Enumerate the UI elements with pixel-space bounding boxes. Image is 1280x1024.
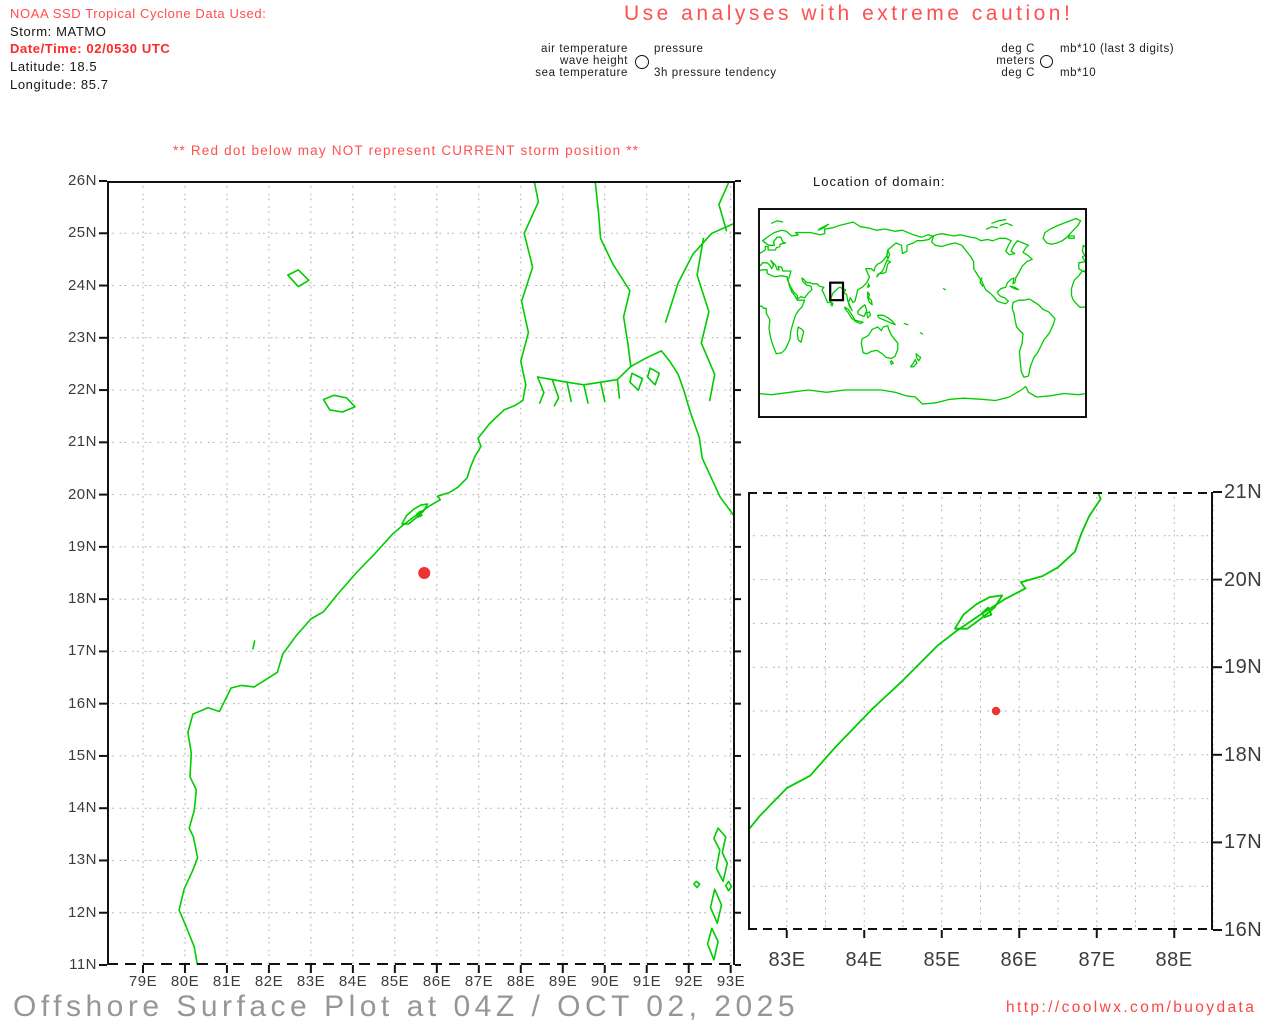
main-lat-label: 21N bbox=[67, 433, 97, 450]
main-lat-label: 22N bbox=[67, 381, 97, 398]
main-lon-label: 87E bbox=[464, 973, 494, 990]
zoom-lat-label: 19N bbox=[1224, 656, 1263, 678]
main-lon-label: 86E bbox=[422, 973, 452, 990]
main-lon-label: 91E bbox=[632, 973, 662, 990]
station-circle-icon bbox=[635, 55, 649, 69]
main-lon-label: 89E bbox=[548, 973, 578, 990]
main-lat-label: 11N bbox=[69, 956, 97, 973]
plot-title: Offshore Surface Plot at 04Z / OCT 02, 2… bbox=[13, 990, 800, 1023]
main-lon-label: 79E bbox=[128, 973, 158, 990]
main-lon-label: 92E bbox=[674, 973, 704, 990]
zoom-lat-label: 16N bbox=[1224, 919, 1263, 941]
legend-pressure: pressure bbox=[654, 43, 704, 55]
inset-map-title: Location of domain: bbox=[813, 174, 946, 189]
buoy-plot-page: NOAA SSD Tropical Cyclone Data Used: Sto… bbox=[0, 0, 1280, 1024]
units-deg-c-top: deg C bbox=[1001, 43, 1035, 55]
main-lat-label: 15N bbox=[67, 747, 97, 764]
zoom-lon-label: 86E bbox=[1000, 949, 1038, 971]
zoom-lat-label: 20N bbox=[1224, 569, 1263, 591]
zoom-map bbox=[748, 491, 1222, 938]
source-url-link[interactable]: http://coolwx.com/buoydata bbox=[1006, 999, 1256, 1017]
main-lat-label: 13N bbox=[67, 851, 97, 868]
coastline-main bbox=[178, 181, 735, 965]
main-lat-label: 16N bbox=[67, 695, 97, 712]
main-lat-label: 20N bbox=[67, 486, 97, 503]
storm-name: Storm: MATMO bbox=[10, 24, 107, 39]
storm-datetime: Date/Time: 02/0530 UTC bbox=[10, 41, 171, 56]
zoom-map-gridlines bbox=[748, 492, 1214, 930]
zoom-lon-label: 87E bbox=[1078, 949, 1116, 971]
zoom-lat-label: 21N bbox=[1224, 481, 1263, 503]
legend-sea-temperature: sea temperature bbox=[535, 67, 628, 79]
zoom-lat-label: 18N bbox=[1224, 744, 1263, 766]
zoom-lon-label: 83E bbox=[768, 949, 806, 971]
storm-info-header: NOAA SSD Tropical Cyclone Data Used: bbox=[10, 6, 267, 21]
legend-air-temperature: air temperature bbox=[541, 43, 628, 55]
main-lat-label: 19N bbox=[67, 538, 97, 555]
main-lat-label: 17N bbox=[67, 642, 97, 659]
main-lat-label: 24N bbox=[67, 277, 97, 294]
main-lon-label: 85E bbox=[380, 973, 410, 990]
main-map bbox=[99, 180, 741, 973]
main-lat-label: 12N bbox=[67, 904, 97, 921]
inset-world-map bbox=[758, 208, 1087, 418]
storm-position-dot-main bbox=[418, 567, 431, 580]
zoom-lon-label: 88E bbox=[1155, 949, 1193, 971]
main-lon-label: 83E bbox=[296, 973, 326, 990]
domain-rectangle bbox=[829, 281, 845, 302]
main-lat-label: 18N bbox=[67, 590, 97, 607]
units-circle-icon bbox=[1040, 55, 1053, 68]
storm-position-dot-zoom bbox=[991, 706, 1001, 716]
main-lon-label: 80E bbox=[170, 973, 200, 990]
zoom-lon-label: 84E bbox=[845, 949, 883, 971]
main-lon-label: 88E bbox=[506, 973, 536, 990]
units-mb10-last3: mb*10 (last 3 digits) bbox=[1060, 43, 1175, 55]
main-lat-label: 23N bbox=[67, 329, 97, 346]
main-lon-label: 93E bbox=[716, 973, 746, 990]
main-lon-label: 90E bbox=[590, 973, 620, 990]
zoom-map-ticks bbox=[785, 491, 1222, 938]
units-mb10: mb*10 bbox=[1060, 67, 1097, 79]
red-dot-warning: ** Red dot below may NOT represent CURRE… bbox=[173, 143, 640, 158]
caution-banner: Use analyses with extreme caution! bbox=[624, 2, 1074, 25]
legend-pressure-tendency: 3h pressure tendency bbox=[654, 67, 777, 79]
main-lon-label: 84E bbox=[338, 973, 368, 990]
zoom-lon-label: 85E bbox=[923, 949, 961, 971]
storm-latitude: Latitude: 18.5 bbox=[10, 59, 98, 74]
legend-wave-height: wave height bbox=[560, 55, 628, 67]
storm-longitude: Longitude: 85.7 bbox=[10, 77, 109, 92]
main-lat-label: 14N bbox=[67, 799, 97, 816]
units-deg-c-bottom: deg C bbox=[1001, 67, 1035, 79]
main-lat-label: 25N bbox=[67, 224, 97, 241]
units-meters: meters bbox=[996, 55, 1035, 67]
main-lat-label: 26N bbox=[67, 172, 97, 189]
main-lon-label: 81E bbox=[212, 973, 242, 990]
zoom-lat-label: 17N bbox=[1224, 831, 1263, 853]
main-lon-label: 82E bbox=[254, 973, 284, 990]
